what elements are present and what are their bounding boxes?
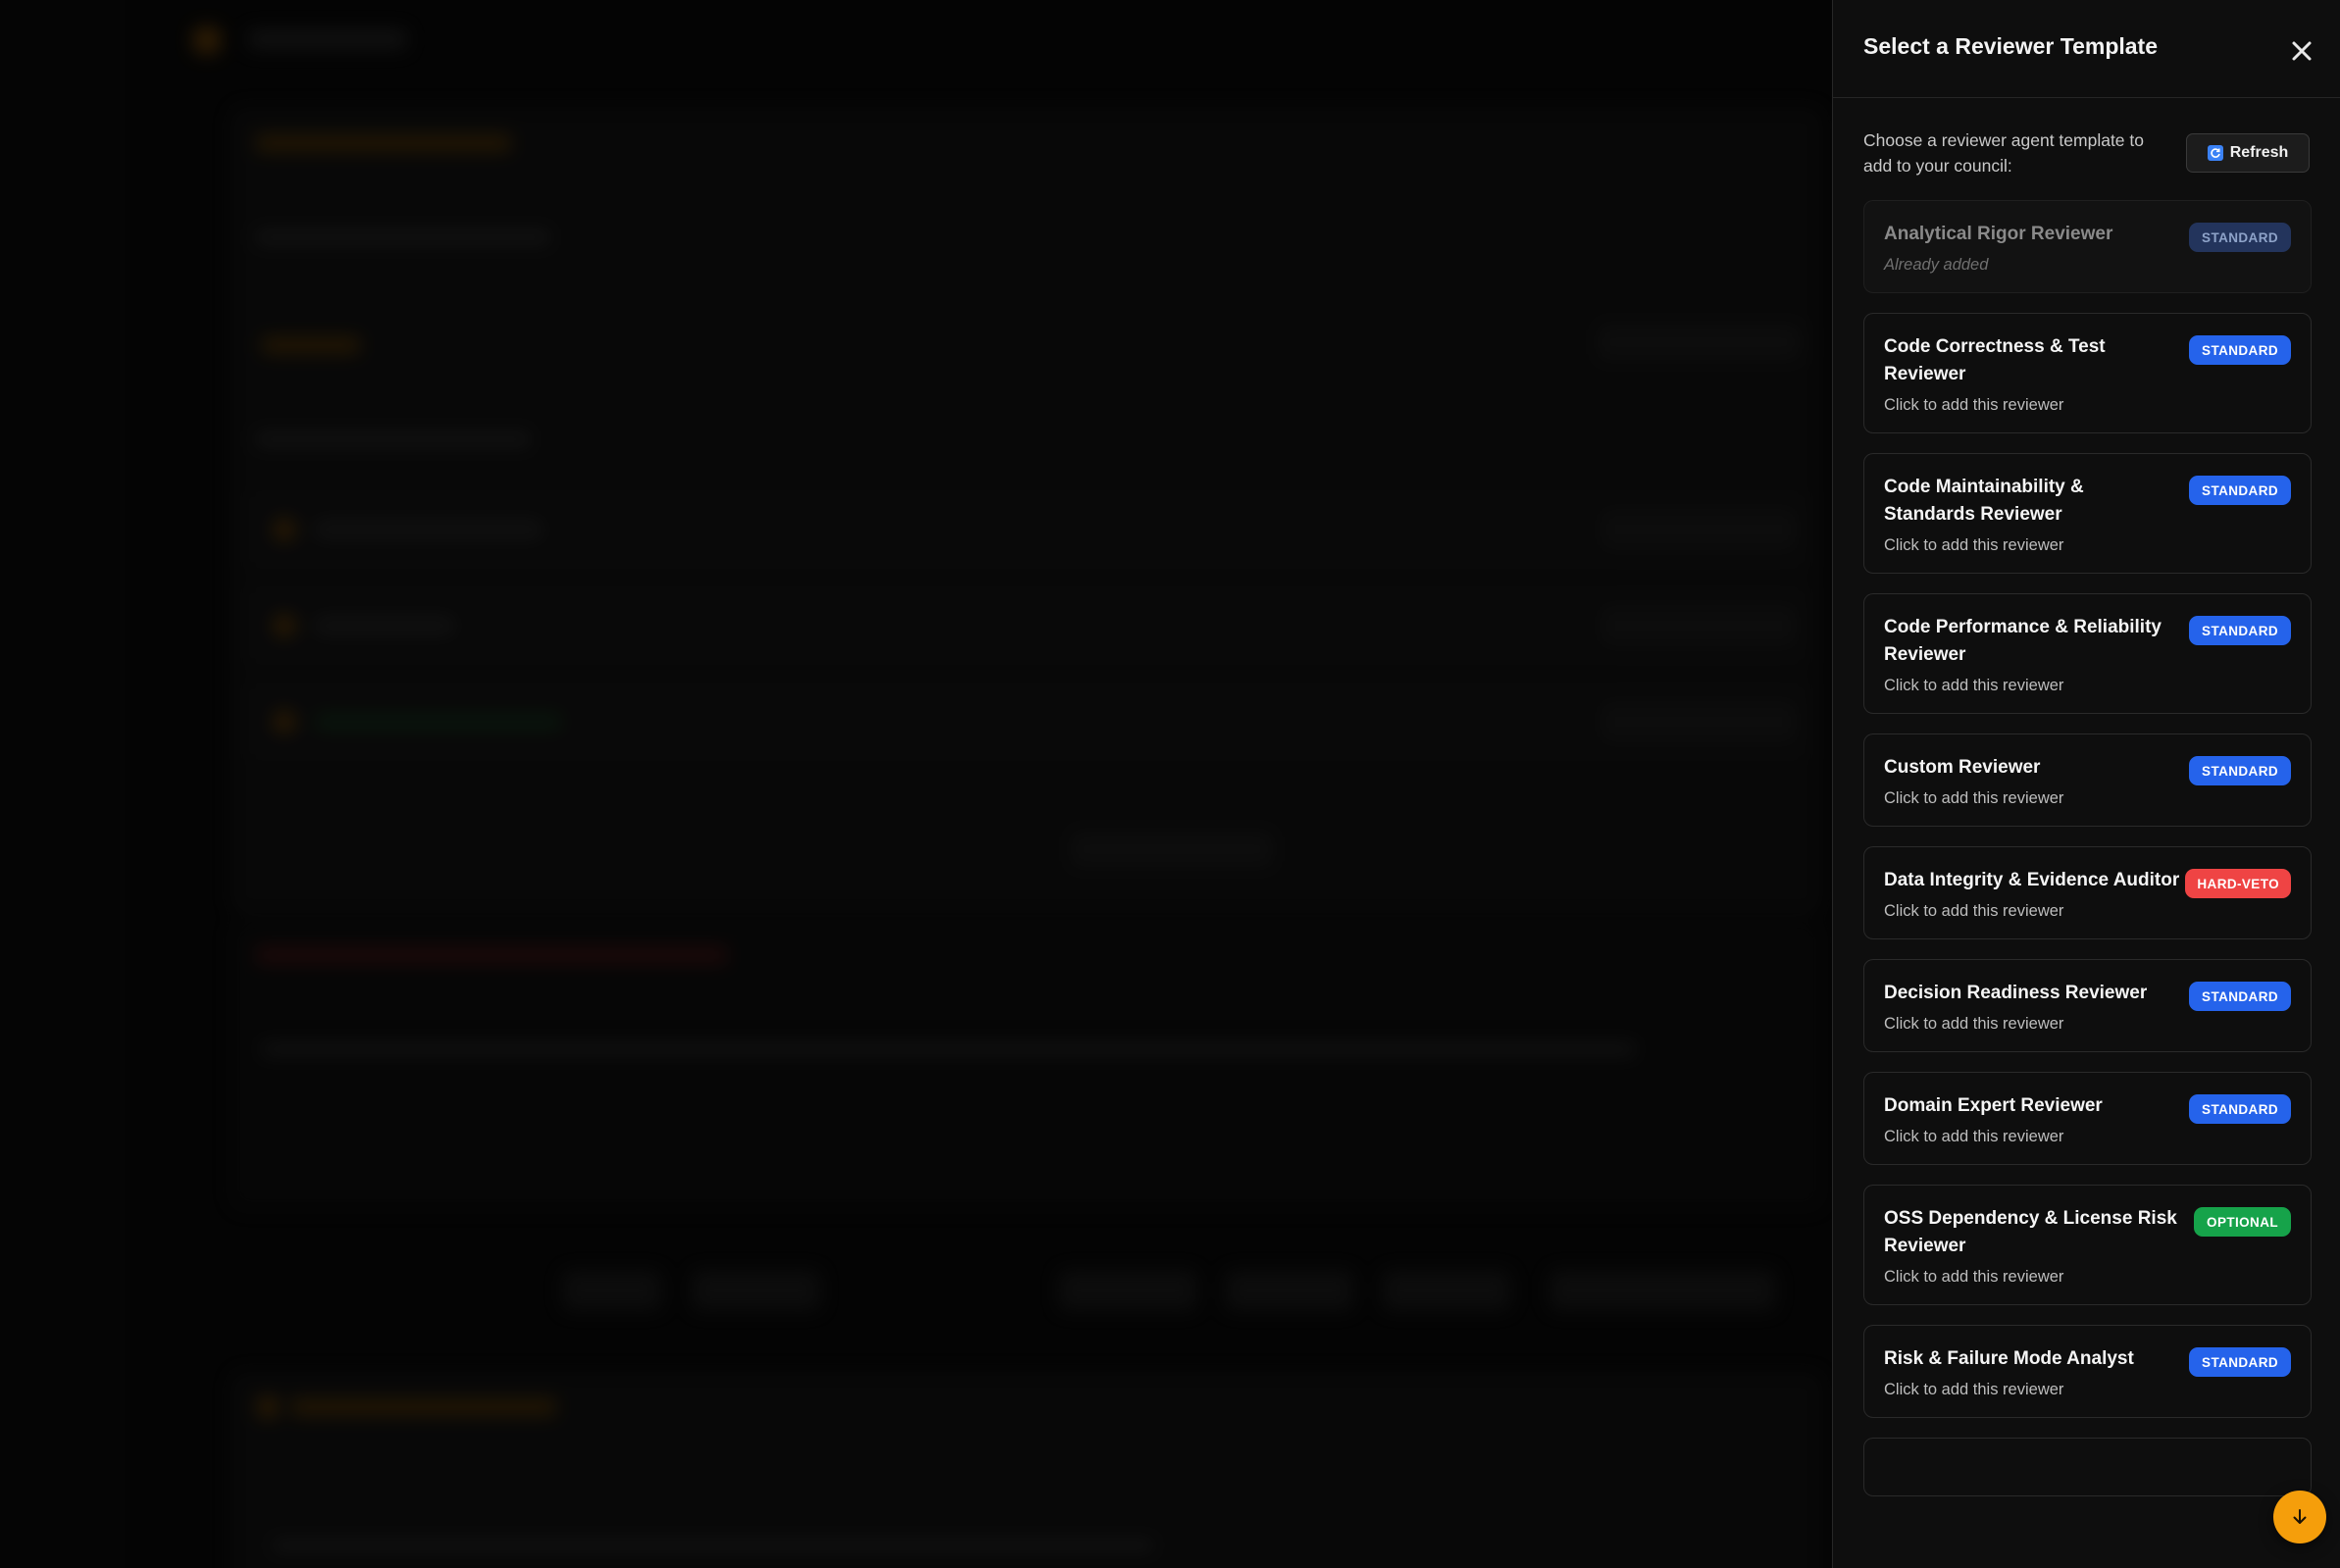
template-badge: HARD-VETO (2185, 869, 2291, 898)
scroll-down-button[interactable] (2273, 1491, 2326, 1543)
modal-backdrop[interactable] (0, 0, 1832, 1568)
template-name: Decision Readiness Reviewer (1884, 983, 2148, 1003)
template-badge: OPTIONAL (2194, 1207, 2291, 1237)
template-badge: STANDARD (2189, 1347, 2291, 1377)
template-card-code-maintainability[interactable]: Code Maintainability & Standards Reviewe… (1863, 453, 2312, 574)
template-status: Click to add this reviewer (1884, 1015, 2064, 1033)
background-app (0, 0, 1832, 1568)
template-badge: STANDARD (2189, 476, 2291, 505)
template-name: Risk & Failure Mode Analyst (1884, 1348, 2134, 1369)
template-card-code-correctness[interactable]: Code Correctness & Test Reviewer STANDAR… (1863, 313, 2312, 433)
template-card-partial[interactable] (1863, 1438, 2312, 1496)
template-card-decision-readiness[interactable]: Decision Readiness Reviewer STANDARD Cli… (1863, 959, 2312, 1052)
template-name: OSS Dependency & License Risk Reviewer (1884, 1208, 2177, 1256)
template-card-data-integrity[interactable]: Data Integrity & Evidence Auditor HARD-V… (1863, 846, 2312, 939)
template-status: Click to add this reviewer (1884, 396, 2064, 414)
template-name: Code Performance & Reliability Reviewer (1884, 617, 2162, 665)
drawer-header: Select a Reviewer Template (1833, 0, 2340, 98)
template-badge: STANDARD (2189, 1094, 2291, 1124)
template-status: Click to add this reviewer (1884, 1381, 2064, 1398)
template-name: Code Maintainability & Standards Reviewe… (1884, 477, 2084, 525)
template-card-custom[interactable]: Custom Reviewer STANDARD Click to add th… (1863, 733, 2312, 827)
template-status: Click to add this reviewer (1884, 1268, 2064, 1286)
template-status: Already added (1884, 256, 1989, 274)
template-card-analytical-rigor: Analytical Rigor Reviewer STANDARD Alrea… (1863, 200, 2312, 293)
refresh-label: Refresh (2229, 144, 2289, 161)
template-card-code-performance[interactable]: Code Performance & Reliability Reviewer … (1863, 593, 2312, 714)
reviewer-template-drawer: Select a Reviewer Template Choose a revi… (1832, 0, 2340, 1568)
close-button[interactable] (2284, 33, 2319, 69)
drawer-intro: Choose a reviewer agent template to add … (1863, 130, 2144, 176)
refresh-button[interactable]: Refresh (2186, 133, 2310, 173)
template-name: Data Integrity & Evidence Auditor (1884, 870, 2180, 890)
template-badge: STANDARD (2189, 982, 2291, 1011)
drawer-title: Select a Reviewer Template (1863, 33, 2158, 59)
close-icon (2292, 41, 2312, 61)
template-status: Click to add this reviewer (1884, 677, 2064, 694)
template-card-oss-dependency[interactable]: OSS Dependency & License Risk Reviewer O… (1863, 1185, 2312, 1305)
template-status: Click to add this reviewer (1884, 536, 2064, 554)
template-name: Analytical Rigor Reviewer (1884, 224, 2113, 244)
template-card-risk-failure[interactable]: Risk & Failure Mode Analyst STANDARD Cli… (1863, 1325, 2312, 1418)
template-status: Click to add this reviewer (1884, 902, 2064, 920)
template-list: Analytical Rigor Reviewer STANDARD Alrea… (1863, 200, 2312, 1516)
template-name: Custom Reviewer (1884, 757, 2041, 778)
refresh-icon (2207, 145, 2223, 161)
template-name: Domain Expert Reviewer (1884, 1095, 2103, 1116)
template-name: Code Correctness & Test Reviewer (1884, 336, 2106, 384)
template-status: Click to add this reviewer (1884, 789, 2064, 807)
template-badge: STANDARD (2189, 223, 2291, 252)
arrow-down-icon (2293, 1509, 2307, 1524)
template-card-domain-expert[interactable]: Domain Expert Reviewer STANDARD Click to… (1863, 1072, 2312, 1165)
template-badge: STANDARD (2189, 756, 2291, 785)
template-status: Click to add this reviewer (1884, 1128, 2064, 1145)
template-badge: STANDARD (2189, 616, 2291, 645)
template-badge: STANDARD (2189, 335, 2291, 365)
